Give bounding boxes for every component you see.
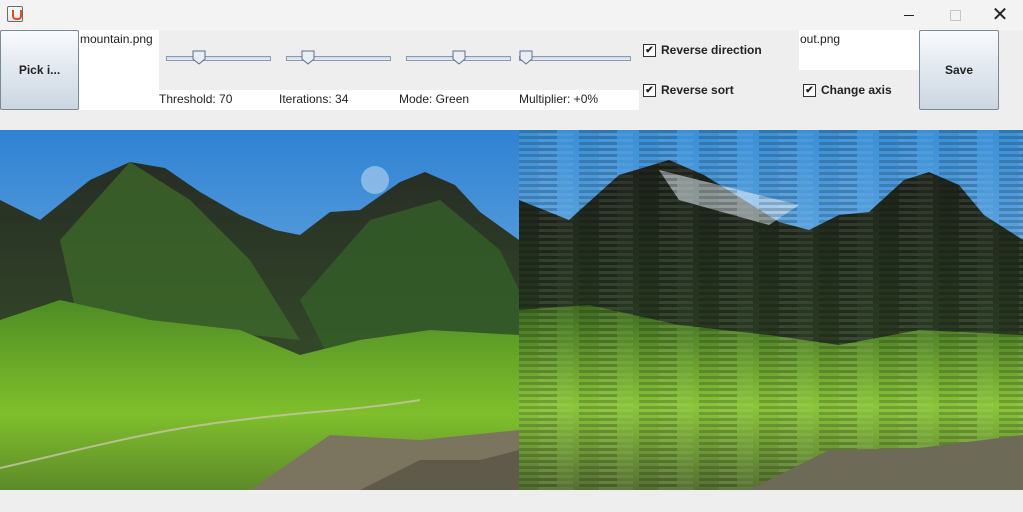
close-button[interactable]: ✕ bbox=[977, 0, 1023, 30]
slider-thumb[interactable] bbox=[452, 50, 466, 65]
checkmark-icon: ✔ bbox=[643, 43, 656, 57]
reverse-direction-checkbox[interactable]: ✔ Reverse direction bbox=[643, 43, 762, 57]
change-axis-checkbox[interactable]: ✔ Change axis bbox=[803, 83, 892, 97]
title-bar: ✕ bbox=[0, 0, 1023, 30]
threshold-label: Threshold: 70 bbox=[159, 92, 233, 106]
maximize-icon bbox=[949, 9, 961, 21]
slider-thumb[interactable] bbox=[192, 50, 206, 65]
checkmark-icon: ✔ bbox=[803, 83, 816, 97]
threshold-slider[interactable] bbox=[159, 30, 279, 90]
input-filename-field[interactable]: mountain.png bbox=[79, 30, 159, 110]
change-axis-label: Change axis bbox=[821, 83, 892, 97]
slider-thumb[interactable] bbox=[519, 50, 533, 65]
original-image bbox=[0, 130, 519, 490]
java-app-icon bbox=[7, 6, 23, 22]
output-filename-field[interactable]: out.png bbox=[799, 30, 919, 70]
slider-thumb[interactable] bbox=[301, 50, 315, 65]
close-icon: ✕ bbox=[991, 4, 1009, 26]
status-bar bbox=[0, 490, 1023, 512]
minimize-button[interactable] bbox=[886, 0, 932, 30]
multiplier-slider[interactable] bbox=[519, 30, 639, 90]
pick-image-button[interactable]: Pick i... bbox=[0, 30, 79, 110]
sorted-image bbox=[519, 130, 1023, 490]
reverse-direction-label: Reverse direction bbox=[661, 43, 762, 57]
mode-label: Mode: Green bbox=[399, 92, 470, 106]
iterations-slider[interactable] bbox=[279, 30, 399, 90]
slider-track bbox=[519, 56, 631, 61]
checkmark-icon: ✔ bbox=[643, 83, 656, 97]
minimize-icon bbox=[904, 14, 914, 16]
reverse-sort-label: Reverse sort bbox=[661, 83, 734, 97]
iterations-label: Iterations: 34 bbox=[279, 92, 349, 106]
save-button[interactable]: Save bbox=[919, 30, 999, 110]
maximize-button[interactable] bbox=[932, 0, 978, 30]
reverse-sort-checkbox[interactable]: ✔ Reverse sort bbox=[643, 83, 734, 97]
mode-slider[interactable] bbox=[399, 30, 519, 90]
multiplier-label: Multiplier: +0% bbox=[519, 92, 599, 106]
slider-track bbox=[166, 56, 271, 61]
